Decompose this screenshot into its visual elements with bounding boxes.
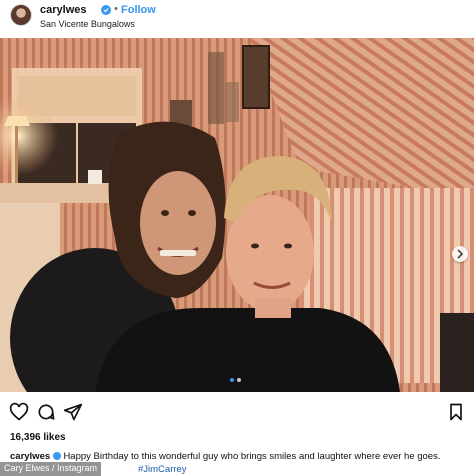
follow-button[interactable]: Follow: [121, 4, 156, 16]
comment-icon[interactable]: [36, 402, 56, 422]
caption-username[interactable]: carylwes: [10, 451, 50, 462]
photo-credit: Cary Elwes / Instagram: [0, 462, 102, 476]
username[interactable]: carylwes: [40, 4, 86, 16]
like-count[interactable]: 16,396 likes: [10, 432, 66, 443]
location-link[interactable]: San Vicente Bungalows: [40, 19, 135, 29]
bookmark-icon[interactable]: [446, 402, 466, 422]
hashtag-link[interactable]: #JimCarrey: [138, 464, 187, 475]
carousel-dot-active: [230, 378, 234, 382]
post-header: carylwes • Follow San Vicente Bungalows: [0, 0, 474, 38]
verified-icon: [101, 5, 111, 15]
caption-verified-icon: [52, 452, 61, 460]
carousel-dot: [237, 378, 241, 382]
next-photo-button[interactable]: [452, 246, 468, 262]
caption-text: Happy Birthday to this wonderful guy who…: [63, 451, 441, 462]
post-actions: [0, 400, 474, 424]
post-photo[interactable]: [0, 38, 474, 392]
photo-illustration: [0, 38, 474, 392]
heart-icon[interactable]: [9, 402, 29, 422]
carousel-indicator: [228, 378, 248, 384]
separator: •: [114, 3, 118, 15]
avatar[interactable]: [10, 4, 32, 26]
chevron-right-icon: [457, 249, 464, 259]
share-icon[interactable]: [63, 402, 83, 422]
